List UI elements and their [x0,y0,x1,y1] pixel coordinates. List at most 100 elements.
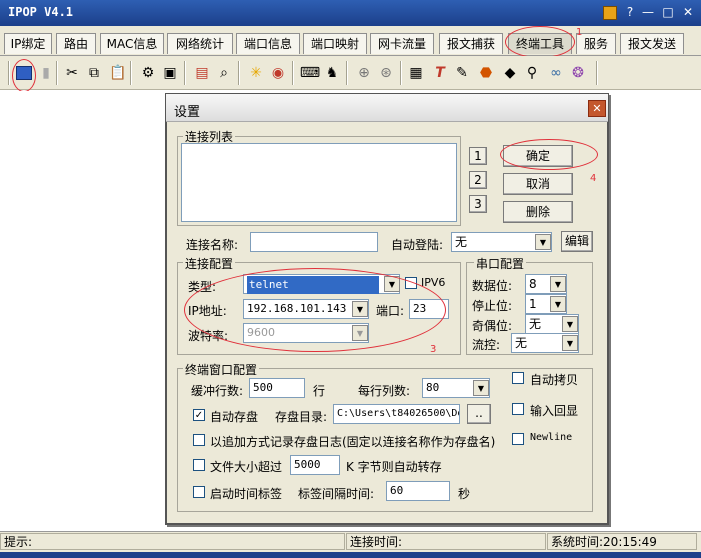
tab-net-stats[interactable]: 网络统计 [167,33,233,54]
chevron-down-icon[interactable]: ▼ [535,234,551,250]
minimize-button[interactable]: — [640,4,656,20]
conn-config-label: 连接配置 [183,255,236,272]
buffer-unit: 行 [313,384,326,398]
grid-icon[interactable]: ▦ [406,63,426,83]
sys-time-value: 20:15:49 [603,535,657,549]
print-icon[interactable]: ▣ [160,63,180,83]
preset-2-button[interactable]: 2 [469,171,487,189]
annotation-3: 3 [430,344,437,355]
annotation-circle-1 [505,26,575,58]
auto-login-value: 无 [455,235,468,249]
tab-port-info[interactable]: 端口信息 [236,33,300,54]
tab-mac-info[interactable]: MAC信息 [100,33,164,54]
app-logo-icon [603,6,617,20]
interval-unit: 秒 [458,487,471,501]
newline-label: Newline [530,432,573,443]
file-size-suffix: K 字节则自动转存 [346,460,442,474]
interval-label: 标签间隔时间: [298,487,375,501]
chevron-down-icon[interactable]: ▼ [562,335,578,351]
annotation-circle-4 [500,139,598,170]
save-dir-input[interactable]: C:\Users\t84026500\Do [333,404,460,424]
buffer-input[interactable]: 500 [249,378,305,398]
chevron-down-icon[interactable]: ▼ [550,296,566,312]
echo-checkbox[interactable] [512,403,524,415]
taskbar-strip [0,552,701,558]
dialog-close-button[interactable]: ✕ [588,100,606,117]
chevron-down-icon[interactable]: ▼ [562,316,578,332]
newline-checkbox[interactable] [512,433,524,445]
settings-icon[interactable]: ⚙ [138,63,158,83]
tab-ip-bind[interactable]: IP绑定 [4,33,52,54]
zoom-in-icon[interactable]: ⊕ [354,63,374,83]
terminal-config-label: 终端窗口配置 [183,361,260,378]
record-icon[interactable]: ◉ [268,63,288,83]
tag-icon[interactable]: ◆ [500,63,520,83]
browse-button[interactable]: .. [467,404,491,424]
tab-nic-traffic[interactable]: 网卡流量 [370,33,434,54]
light-icon[interactable]: ✳ [246,63,266,83]
edit-button[interactable]: 编辑 [561,231,593,252]
close-button[interactable]: ✕ [680,4,696,20]
tab-packet-capture[interactable]: 报文捕获 [439,33,503,54]
cut-icon[interactable]: ✂ [62,63,82,83]
timestamp-label: 启动时间标签 [210,487,283,501]
title-bar [0,0,701,26]
auto-copy-checkbox[interactable] [512,372,524,384]
toolbar-separator [130,61,132,85]
tab-route[interactable]: 路由 [56,33,96,54]
toolbar-separator [596,61,598,85]
preset-3-button[interactable]: 3 [469,195,487,213]
help-button[interactable]: ? [622,4,638,20]
help-icon[interactable]: ❂ [568,63,588,83]
toolbar-separator [346,61,348,85]
file-size-input[interactable]: 5000 [290,455,340,475]
toolbar-separator [238,61,240,85]
file-size-checkbox[interactable] [193,459,205,471]
chevron-down-icon[interactable]: ▼ [473,380,489,396]
text-icon[interactable]: T [430,63,450,83]
buffer-label: 缓冲行数: [191,384,244,398]
link-icon[interactable]: ∞ [546,63,566,83]
toolbar-separator [292,61,294,85]
conn-name-label: 连接名称: [186,238,239,252]
delete-button[interactable]: 删除 [503,201,573,223]
conn-time-label: 连接时间: [350,535,403,549]
zoom-icon[interactable]: ⚲ [522,63,542,83]
conn-name-input[interactable] [250,232,378,252]
append-log-checkbox[interactable] [193,434,205,446]
connection-list[interactable] [181,143,457,222]
conn-time-pane: 连接时间: [346,533,546,550]
find-icon[interactable]: ⌕ [214,63,234,83]
keyboard-icon[interactable]: ⌨ [300,63,320,83]
disconnect-icon[interactable]: ▮ [36,63,56,83]
echo-label: 输入回显 [530,404,579,418]
timestamp-checkbox[interactable] [193,486,205,498]
auto-save-checkbox[interactable]: ✓ [193,409,205,421]
copy-icon[interactable]: ⧉ [84,63,104,83]
tab-packet-send[interactable]: 报文发送 [620,33,684,54]
toolbar-separator [8,61,10,85]
preset-1-button[interactable]: 1 [469,147,487,165]
parity-value: 无 [529,317,542,331]
toolbar-separator [400,61,402,85]
save-icon[interactable]: ▤ [192,63,212,83]
annotation-4: 4 [590,173,597,184]
tab-port-map[interactable]: 端口映射 [303,33,367,54]
data-bits-label: 数据位: [472,279,513,293]
cancel-button[interactable]: 取消 [503,173,573,195]
macro-icon[interactable]: ♞ [322,63,342,83]
auto-save-label: 自动存盘 [210,410,259,424]
serial-config-label: 串口配置 [474,255,527,272]
dialog-title: 设置 [174,105,201,120]
app-title: IPOP V4.1 [8,5,74,19]
paste-icon[interactable]: 📋 [108,63,128,83]
edit-icon[interactable]: ✎ [452,63,472,83]
stop-icon[interactable]: ⬣ [476,63,496,83]
chevron-down-icon[interactable]: ▼ [550,276,566,292]
restore-button[interactable]: □ [660,4,676,20]
target-icon[interactable]: ⊛ [376,63,396,83]
append-log-label: 以追加方式记录存盘日志(固定以连接名称作为存盘名) [210,435,496,449]
annotation-circle-2 [12,59,36,92]
stop-bits-value: 1 [529,297,537,311]
interval-input[interactable]: 60 [386,481,450,501]
